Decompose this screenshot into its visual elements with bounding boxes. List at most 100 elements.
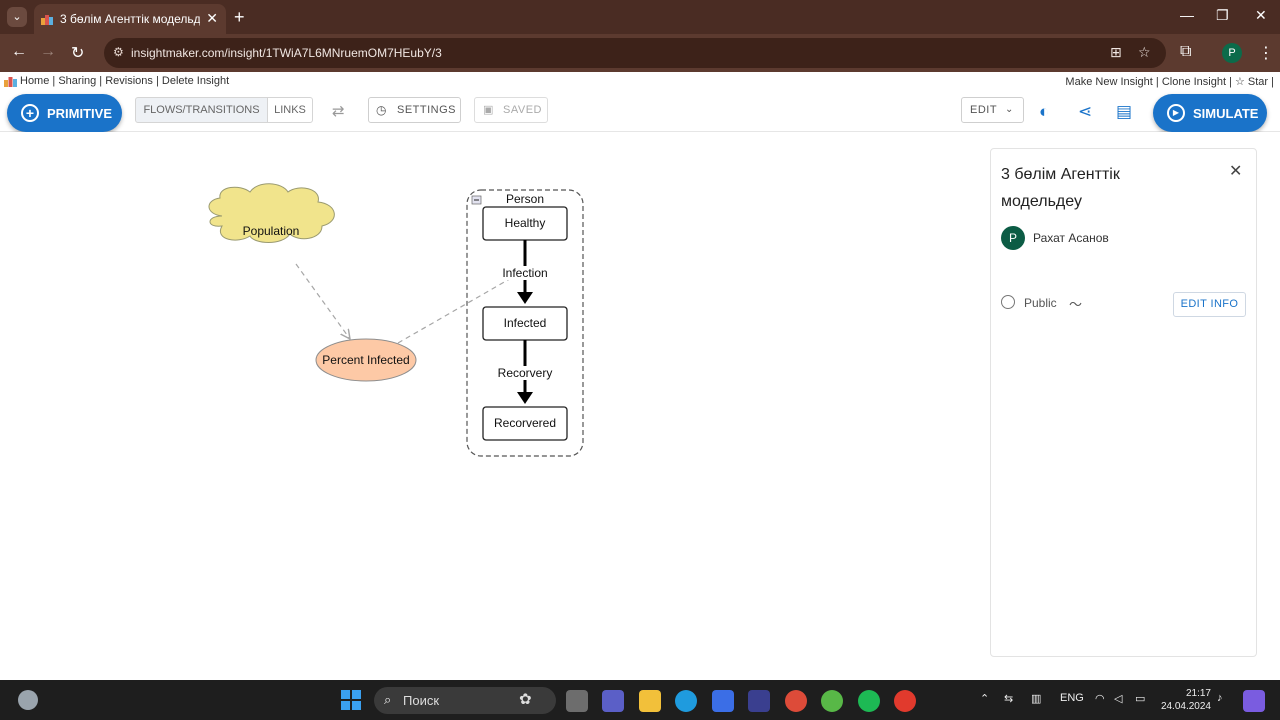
globe-icon <box>1001 295 1015 309</box>
transition-infection-arrowhead <box>517 292 533 304</box>
clock-time: 21:17 <box>1185 688 1211 699</box>
flows-transitions-toggle[interactable]: FLOWS/TRANSITIONS <box>135 97 268 123</box>
edge-icon[interactable] <box>675 690 697 712</box>
saved-button[interactable]: ▣ SAVED <box>474 97 548 123</box>
population-label: Population <box>242 224 300 238</box>
profile-avatar[interactable]: P <box>1222 43 1242 63</box>
search-icon: ⌕ <box>384 692 392 707</box>
toolbox-icon[interactable]: ▤ <box>1116 102 1132 122</box>
windows-start-icon[interactable] <box>341 690 361 710</box>
file-explorer-icon[interactable] <box>639 690 661 712</box>
new-tab-icon[interactable]: + <box>234 7 245 28</box>
link-delete-insight[interactable]: Delete Insight <box>162 75 229 87</box>
share-icon[interactable]: ⋖ <box>1078 102 1092 122</box>
save-disk-icon: ▣ <box>483 104 494 116</box>
os-taskbar: ⌕ Поиск ✿ ⌃ ⇆ ▥ ENG ◠ ◁ ▭ 21:17 24.04.20… <box>0 680 1280 720</box>
battery-icon[interactable]: ▭ <box>1135 692 1145 705</box>
insight-info-panel: 3 бөлім Агенттік модельдеу ✕ P Рахат Аса… <box>990 148 1257 657</box>
panel-close-icon[interactable]: ✕ <box>1229 161 1242 181</box>
play-circle-icon: ▶ <box>1167 104 1185 122</box>
clock-date: 24.04.2024 <box>1160 701 1211 712</box>
reload-icon[interactable]: ↻ <box>71 43 84 63</box>
bookmark-star-icon[interactable]: ☆ <box>1138 44 1151 61</box>
plus-circle-icon: + <box>21 104 39 122</box>
saved-label: SAVED <box>503 104 542 116</box>
infected-label: Infected <box>503 316 547 330</box>
link-home[interactable]: Home <box>20 75 49 87</box>
insight-link-bar: Home | Sharing | Revisions | Delete Insi… <box>0 72 1280 90</box>
search-highlight-icon: ✿ <box>519 691 532 708</box>
wifi-icon[interactable]: ◠ <box>1095 692 1105 705</box>
settings-label: SETTINGS <box>397 104 457 116</box>
address-bar[interactable]: ⚙ insightmaker.com/insight/1TWiA7L6MNrue… <box>104 38 1166 68</box>
edit-dropdown[interactable]: EDIT ⌄ <box>961 97 1024 123</box>
site-info-icon[interactable]: ⚙ <box>113 45 124 59</box>
link-sharing[interactable]: Sharing <box>58 75 96 87</box>
yandex-browser-icon[interactable] <box>894 690 916 712</box>
restore-icon[interactable]: ❐ <box>1216 7 1229 24</box>
tray-meter-icon[interactable]: ▥ <box>1031 692 1041 705</box>
utorrent-icon[interactable] <box>821 690 843 712</box>
tab-title: 3 бөлім Агенттік модельдеу | <box>60 12 200 26</box>
tray-chevron-icon[interactable]: ⌃ <box>980 692 989 705</box>
insightmaker-logo-icon <box>4 77 17 87</box>
clock-icon: ◷ <box>376 103 387 117</box>
system-clock[interactable]: 21:17 24.04.2024 <box>1160 687 1211 713</box>
tab-search-chevron-icon[interactable]: ⌄ <box>7 7 27 27</box>
simulate-button[interactable]: ▶ SIMULATE <box>1153 94 1267 132</box>
transition-recovery-arrowhead <box>517 392 533 404</box>
recovered-label: Recorvered <box>493 416 557 430</box>
palette-icon[interactable]: ◐ <box>1039 102 1049 122</box>
window-close-icon[interactable]: ✕ <box>1255 7 1267 24</box>
browser-toolbar: ← → ↻ ⚙ insightmaker.com/insight/1TWiA7L… <box>0 34 1280 72</box>
simulate-label: SIMULATE <box>1193 106 1259 121</box>
search-label: Поиск <box>403 693 440 708</box>
mail-app-icon[interactable] <box>748 690 770 712</box>
link-population-to-percent[interactable] <box>295 263 350 339</box>
edit-label: EDIT <box>970 104 998 116</box>
teams-icon[interactable] <box>602 690 624 712</box>
percent-infected-label: Percent Infected <box>322 353 410 367</box>
language-indicator[interactable]: ENG <box>1060 692 1084 704</box>
taskbar-search[interactable]: ⌕ Поиск ✿ <box>374 687 556 714</box>
infection-transition-label: Infection <box>490 266 560 280</box>
edit-info-button[interactable]: EDIT INFO <box>1173 292 1246 317</box>
task-view-icon[interactable] <box>566 690 588 712</box>
copilot-icon[interactable] <box>1243 690 1265 712</box>
editor-toolbar: + PRIMITIVE FLOWS/TRANSITIONS LINKS ⇄ ◷ … <box>0 90 1280 132</box>
back-arrow-icon[interactable]: ← <box>11 43 27 61</box>
trend-icon: 〜 <box>1069 297 1083 312</box>
chrome-icon[interactable] <box>785 690 807 712</box>
insightmaker-favicon-icon <box>41 15 53 25</box>
minimize-icon[interactable]: — <box>1180 7 1194 23</box>
recovery-transition-label: Recorvery <box>490 366 560 380</box>
tab-close-icon[interactable]: ✕ <box>206 10 218 27</box>
link-revisions[interactable]: Revisions <box>105 75 153 87</box>
author-name[interactable]: Рахат Асанов <box>1033 231 1109 245</box>
url-text: insightmaker.com/insight/1TWiA7L6MNruemO… <box>131 46 442 60</box>
add-primitive-button[interactable]: + PRIMITIVE <box>7 94 122 132</box>
volume-icon[interactable]: ◁ <box>1114 692 1122 705</box>
swap-arrows-icon[interactable]: ⇄ <box>332 102 345 120</box>
settings-button[interactable]: ◷ SETTINGS <box>368 97 461 123</box>
primitive-label: PRIMITIVE <box>47 106 113 121</box>
visibility-label: Public <box>1024 296 1057 310</box>
extensions-icon[interactable]: ⧉ <box>1180 43 1191 61</box>
tray-app-icon[interactable]: ⇆ <box>1004 692 1013 705</box>
right-links[interactable]: Make New Insight | Clone Insight | ☆ Sta… <box>1065 75 1274 88</box>
more-menu-icon[interactable]: ⋮ <box>1258 43 1274 63</box>
store-icon[interactable] <box>712 690 734 712</box>
forward-arrow-icon[interactable]: → <box>40 43 56 61</box>
chevron-down-icon: ⌄ <box>1005 104 1014 115</box>
translate-icon[interactable]: ⊞ <box>1110 44 1122 61</box>
weather-icon[interactable] <box>18 690 38 710</box>
browser-tab[interactable]: 3 бөлім Агенттік модельдеу | ✕ <box>34 4 226 34</box>
spotify-icon[interactable] <box>858 690 880 712</box>
insight-title: 3 бөлім Агенттік модельдеу <box>1001 166 1120 210</box>
person-folder-label: Person <box>505 192 545 206</box>
links-toggle[interactable]: LINKS <box>267 97 313 123</box>
author-avatar[interactable]: P <box>1001 226 1025 250</box>
healthy-label: Healthy <box>504 216 546 230</box>
notification-bell-icon[interactable]: ♪ <box>1217 692 1223 704</box>
browser-title-bar: ⌄ 3 бөлім Агенттік модельдеу | ✕ + — ❐ ✕ <box>0 0 1280 34</box>
